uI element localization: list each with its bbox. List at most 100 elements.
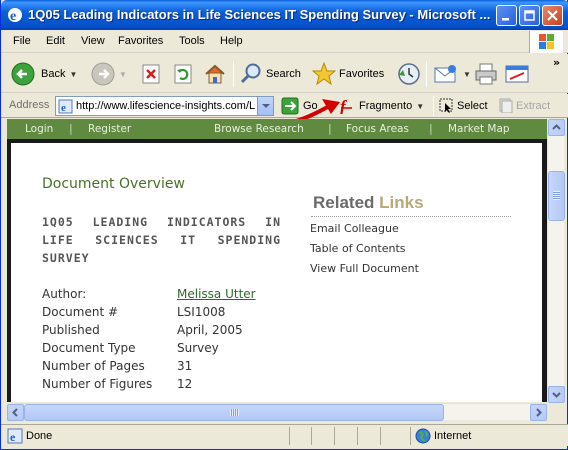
history-icon: [398, 63, 420, 85]
refresh-button[interactable]: [172, 59, 194, 89]
page-done-icon: e: [7, 428, 23, 444]
vertical-scroll-thumb[interactable]: [548, 171, 565, 221]
home-button[interactable]: [203, 59, 227, 89]
meta-label-document-number: Document #: [42, 305, 119, 319]
favorites-button[interactable]: Favorites: [311, 59, 384, 89]
address-input[interactable]: e http://www.lifescience-insights.com/L: [55, 96, 274, 116]
browser-window: e 1Q05 Leading Indicators in Life Scienc…: [0, 0, 568, 450]
search-button[interactable]: Search: [239, 59, 301, 89]
menu-file[interactable]: File: [13, 35, 31, 47]
edit-page-button[interactable]: [504, 59, 530, 89]
vertical-scrollbar[interactable]: [547, 119, 565, 403]
back-button[interactable]: Back ▼: [11, 59, 77, 89]
minimize-icon: [502, 18, 509, 21]
menu-view[interactable]: View: [81, 35, 105, 47]
scroll-down-button[interactable]: [548, 386, 565, 403]
meta-value-document-type: Survey: [177, 341, 219, 355]
search-label: Search: [266, 68, 301, 80]
windows-flag-icon: [539, 34, 554, 49]
address-url: http://www.lifescience-insights.com/L: [76, 100, 256, 112]
chevron-left-icon: [12, 408, 18, 417]
fragmento-dropdown-icon[interactable]: ▼: [416, 102, 424, 111]
status-pane-divider: [380, 427, 381, 445]
meta-label-author: Author:: [42, 287, 87, 301]
back-dropdown-icon[interactable]: ▼: [69, 70, 77, 79]
related-title-word: Related: [313, 193, 375, 212]
back-label: Back: [41, 68, 66, 80]
internet-globe-icon: [415, 428, 431, 444]
extract-icon: [499, 98, 513, 113]
refresh-icon: [174, 64, 192, 84]
chevron-right-icon: [536, 408, 542, 417]
fragmento-label: Fragmento: [359, 100, 413, 112]
forward-dropdown-icon[interactable]: ▼: [119, 70, 127, 79]
meta-label-document-type: Document Type: [42, 341, 136, 355]
scroll-up-button[interactable]: [548, 119, 565, 136]
status-bar: e Done Internet: [1, 424, 568, 446]
menu-tools[interactable]: Tools: [179, 35, 205, 47]
toolbar-overflow-chevron-icon[interactable]: »: [553, 56, 560, 69]
page-icon: e: [58, 99, 73, 114]
author-link[interactable]: Melissa Utter: [177, 287, 256, 301]
view-full-document-link[interactable]: View Full Document: [310, 262, 419, 275]
close-button[interactable]: [542, 5, 563, 26]
status-pane-divider: [311, 427, 312, 445]
select-cursor-icon: [439, 98, 453, 113]
meta-value-number-of-pages: 31: [177, 359, 193, 373]
toolbar-separator: [233, 61, 234, 87]
meta-label-number-of-figures: Number of Figures: [42, 377, 153, 391]
favorites-star-icon: [311, 61, 337, 86]
svg-text:e: e: [61, 102, 66, 114]
select-button[interactable]: Select: [439, 98, 488, 113]
scroll-right-button[interactable]: [530, 404, 547, 421]
nav-focus-areas-link[interactable]: Focus Areas: [346, 123, 409, 135]
menu-edit[interactable]: Edit: [46, 35, 65, 47]
chevron-up-icon: [552, 124, 561, 130]
address-dropdown-icon[interactable]: [257, 97, 273, 115]
stop-button[interactable]: [140, 59, 162, 89]
svg-text:e: e: [10, 430, 16, 444]
address-bar: Address e http://www.lifescience-insight…: [1, 94, 568, 118]
mail-button[interactable]: ▼: [433, 59, 471, 89]
horizontal-scroll-thumb[interactable]: [24, 404, 444, 421]
menu-favorites[interactable]: Favorites: [118, 35, 163, 47]
home-icon: [205, 64, 225, 84]
menu-bar: File Edit View Favorites Tools Help: [1, 30, 568, 53]
print-icon: [475, 63, 497, 85]
history-button[interactable]: [396, 59, 422, 89]
fragmento-button[interactable]: f Fragmento ▼: [340, 98, 424, 114]
maximize-button[interactable]: [519, 5, 540, 26]
nav-browse-research-link[interactable]: Browse Research: [214, 123, 304, 135]
title-bar[interactable]: e 1Q05 Leading Indicators in Life Scienc…: [1, 0, 568, 30]
table-of-contents-link[interactable]: Table of Contents: [310, 242, 406, 255]
svg-text:e: e: [10, 9, 16, 23]
stop-icon: [142, 64, 160, 84]
toolbar-separator: [426, 61, 427, 87]
address-label: Address: [9, 99, 50, 111]
forward-button[interactable]: ▼: [91, 59, 127, 89]
close-icon: [547, 10, 558, 21]
menu-help[interactable]: Help: [220, 35, 243, 47]
edit-page-icon: [505, 65, 529, 83]
nav-register-link[interactable]: Register: [88, 123, 131, 135]
horizontal-scrollbar[interactable]: [7, 403, 547, 421]
page-content: Document Overview 1Q05 LEADING INDICATOR…: [7, 139, 547, 402]
mail-dropdown-icon[interactable]: ▼: [463, 70, 471, 79]
extract-label: Extract: [516, 99, 551, 112]
extract-button[interactable]: Extract: [498, 98, 550, 113]
windows-flag-logo: [529, 31, 563, 53]
meta-label-published: Published: [42, 323, 100, 337]
print-button[interactable]: [473, 59, 499, 89]
minimize-button[interactable]: [496, 5, 517, 26]
forward-arrow-icon: [91, 62, 115, 86]
nav-separator: |: [69, 122, 73, 135]
email-colleague-link[interactable]: Email Colleague: [310, 222, 399, 235]
nav-separator: |: [328, 122, 332, 135]
status-pane-divider: [289, 427, 290, 445]
mail-icon: [434, 65, 456, 83]
nav-login-link[interactable]: Login: [25, 123, 53, 135]
back-arrow-icon: [11, 62, 35, 86]
standard-toolbar: Back ▼ ▼ Search Favorites ▼ »: [1, 54, 568, 93]
nav-market-map-link[interactable]: Market Map: [448, 123, 510, 135]
scroll-left-button[interactable]: [7, 404, 24, 421]
